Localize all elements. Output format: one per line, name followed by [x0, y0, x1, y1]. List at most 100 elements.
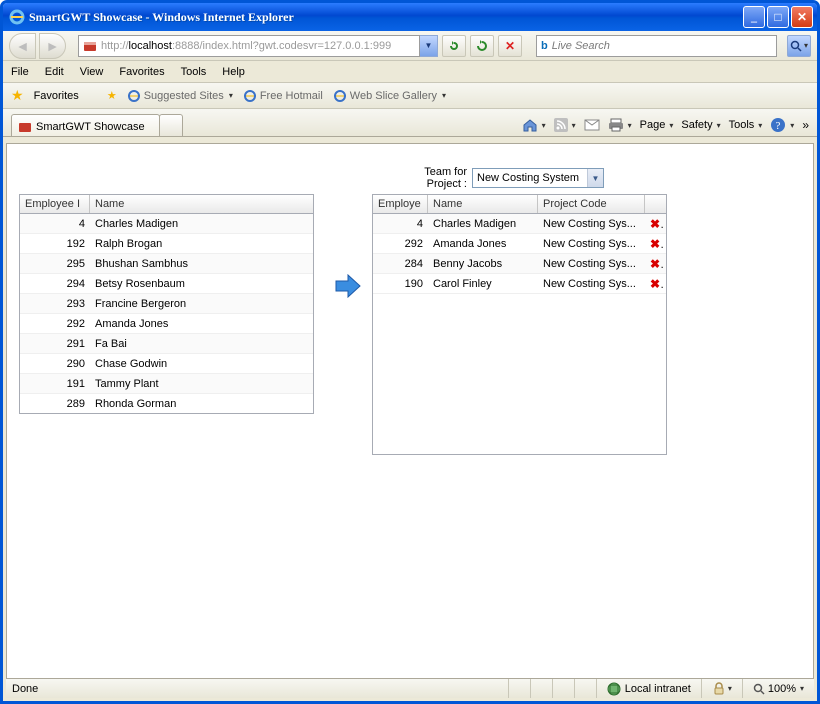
menu-help[interactable]: Help	[222, 66, 245, 78]
remove-icon[interactable]: ✖	[650, 277, 663, 291]
page-menu[interactable]: Page▾	[640, 119, 674, 131]
cell-name: Betsy Rosenbaum	[90, 278, 295, 290]
add-favorite-icon[interactable]: ★	[107, 89, 117, 102]
menu-edit[interactable]: Edit	[45, 66, 64, 78]
refresh-split-button[interactable]	[442, 35, 466, 57]
table-row[interactable]: 293Francine Bergeron	[20, 294, 313, 314]
zoom-button[interactable]: 100% ▾	[742, 679, 814, 698]
command-bar: ▾ ▾ ▾ Page▾ Safety▾ Tools▾ ?▾ »	[522, 117, 809, 133]
project-select-value: New Costing System	[477, 172, 579, 184]
protected-mode-button[interactable]: ▾	[701, 679, 742, 698]
col-team-name[interactable]: Name	[428, 195, 538, 213]
table-row[interactable]: 191Tammy Plant	[20, 374, 313, 394]
col-team-employee-id[interactable]: Employe	[373, 195, 428, 213]
cell-name: Charles Madigen	[428, 218, 538, 230]
col-project-code[interactable]: Project Code	[538, 195, 645, 213]
nav-row: ◄ ► http://localhost:8888/index.html?gwt…	[3, 31, 817, 61]
tab-smartgwt-showcase[interactable]: SmartGWT Showcase	[11, 114, 160, 136]
feeds-button[interactable]: ▾	[554, 118, 576, 132]
cell-name: Benny Jacobs	[428, 258, 538, 270]
cell-name: Amanda Jones	[90, 318, 295, 330]
address-bar[interactable]: http://localhost:8888/index.html?gwt.cod…	[78, 35, 438, 57]
remove-icon[interactable]: ✖	[650, 217, 663, 231]
suggested-sites-link[interactable]: Suggested Sites▾	[127, 89, 233, 103]
col-name[interactable]: Name	[90, 195, 295, 213]
tab-favicon	[18, 120, 32, 134]
table-row[interactable]: 4Charles MadigenNew Costing Sys...✖	[373, 214, 666, 234]
tab-label: SmartGWT Showcase	[36, 121, 145, 133]
search-button[interactable]: ▾	[787, 35, 811, 57]
cell-id: 292	[20, 318, 90, 330]
ie-icon	[9, 9, 25, 25]
help-button[interactable]: ?▾	[770, 117, 794, 133]
cell-project: New Costing Sys...	[538, 278, 645, 290]
table-row[interactable]: 290Chase Godwin	[20, 354, 313, 374]
table-row[interactable]: 291Fa Bai	[20, 334, 313, 354]
project-select[interactable]: New Costing System ▼	[472, 168, 604, 188]
table-row[interactable]: 292Amanda JonesNew Costing Sys...✖	[373, 234, 666, 254]
cell-id: 289	[20, 398, 90, 410]
back-button[interactable]: ◄	[9, 33, 36, 59]
table-row[interactable]: 292Amanda Jones	[20, 314, 313, 334]
team-label: Team for Project :	[402, 166, 467, 190]
minimize-button[interactable]: _	[743, 6, 765, 28]
page-favicon	[83, 39, 97, 53]
cell-name: Francine Bergeron	[90, 298, 295, 310]
cell-name: Rhonda Gorman	[90, 398, 295, 410]
free-hotmail-link[interactable]: Free Hotmail	[243, 89, 323, 103]
svg-text:?: ?	[776, 120, 781, 132]
table-row[interactable]: 284Benny JacobsNew Costing Sys...✖	[373, 254, 666, 274]
cell-name: Carol Finley	[428, 278, 538, 290]
favorites-label: Favorites	[34, 90, 79, 102]
menu-view[interactable]: View	[80, 66, 104, 78]
maximize-button[interactable]: □	[767, 6, 789, 28]
table-row[interactable]: 295Bhushan Sambhus	[20, 254, 313, 274]
cell-id: 192	[20, 238, 90, 250]
cell-id: 191	[20, 378, 90, 390]
read-mail-button[interactable]	[584, 119, 600, 131]
menu-favorites[interactable]: Favorites	[119, 66, 164, 78]
page-content: Team for Project : New Costing System ▼ …	[6, 143, 814, 681]
team-grid-header: Employe Name Project Code	[373, 195, 666, 214]
employees-grid-body[interactable]: 4Charles Madigen192Ralph Brogan295Bhusha…	[20, 214, 313, 413]
new-tab-button[interactable]	[159, 114, 183, 136]
favorites-star-icon[interactable]: ★	[11, 87, 24, 104]
menu-tools[interactable]: Tools	[181, 66, 207, 78]
menu-file[interactable]: File	[11, 66, 29, 78]
cell-id: 294	[20, 278, 90, 290]
col-employee-id[interactable]: Employee I	[20, 195, 90, 213]
cell-id: 4	[20, 218, 90, 230]
team-grid: Employe Name Project Code 4Charles Madig…	[372, 194, 667, 455]
safety-menu[interactable]: Safety▾	[681, 119, 720, 131]
copy-arrow-icon[interactable]	[334, 274, 362, 298]
cell-name: Charles Madigen	[90, 218, 295, 230]
table-row[interactable]: 4Charles Madigen	[20, 214, 313, 234]
cell-id: 293	[20, 298, 90, 310]
close-button[interactable]: ✕	[791, 6, 813, 28]
remove-icon[interactable]: ✖	[650, 257, 663, 271]
address-dropdown[interactable]: ▼	[420, 35, 438, 57]
forward-button[interactable]: ►	[39, 33, 66, 59]
table-row[interactable]: 294Betsy Rosenbaum	[20, 274, 313, 294]
team-grid-body[interactable]: 4Charles MadigenNew Costing Sys...✖292Am…	[373, 214, 666, 454]
employees-grid-header: Employee I Name	[20, 195, 313, 214]
cell-project: New Costing Sys...	[538, 238, 645, 250]
table-row[interactable]: 192Ralph Brogan	[20, 234, 313, 254]
titlebar: SmartGWT Showcase - Windows Internet Exp…	[3, 3, 817, 31]
stop-button[interactable]: ✕	[498, 35, 522, 57]
cell-id: 295	[20, 258, 90, 270]
status-zone: Local intranet	[596, 679, 701, 698]
refresh-button[interactable]	[470, 35, 494, 57]
table-row[interactable]: 289Rhonda Gorman	[20, 394, 313, 413]
status-done: Done	[6, 683, 508, 695]
home-button[interactable]: ▾	[522, 117, 546, 133]
tools-menu[interactable]: Tools▾	[729, 119, 763, 131]
overflow-button[interactable]: »	[802, 118, 809, 132]
browser-window: SmartGWT Showcase - Windows Internet Exp…	[0, 0, 820, 704]
web-slice-gallery-link[interactable]: Web Slice Gallery▾	[333, 89, 446, 103]
search-box[interactable]: b Live Search	[536, 35, 777, 57]
col-remove	[645, 195, 663, 213]
print-button[interactable]: ▾	[608, 118, 632, 132]
table-row[interactable]: 190Carol FinleyNew Costing Sys...✖	[373, 274, 666, 294]
remove-icon[interactable]: ✖	[650, 237, 663, 251]
